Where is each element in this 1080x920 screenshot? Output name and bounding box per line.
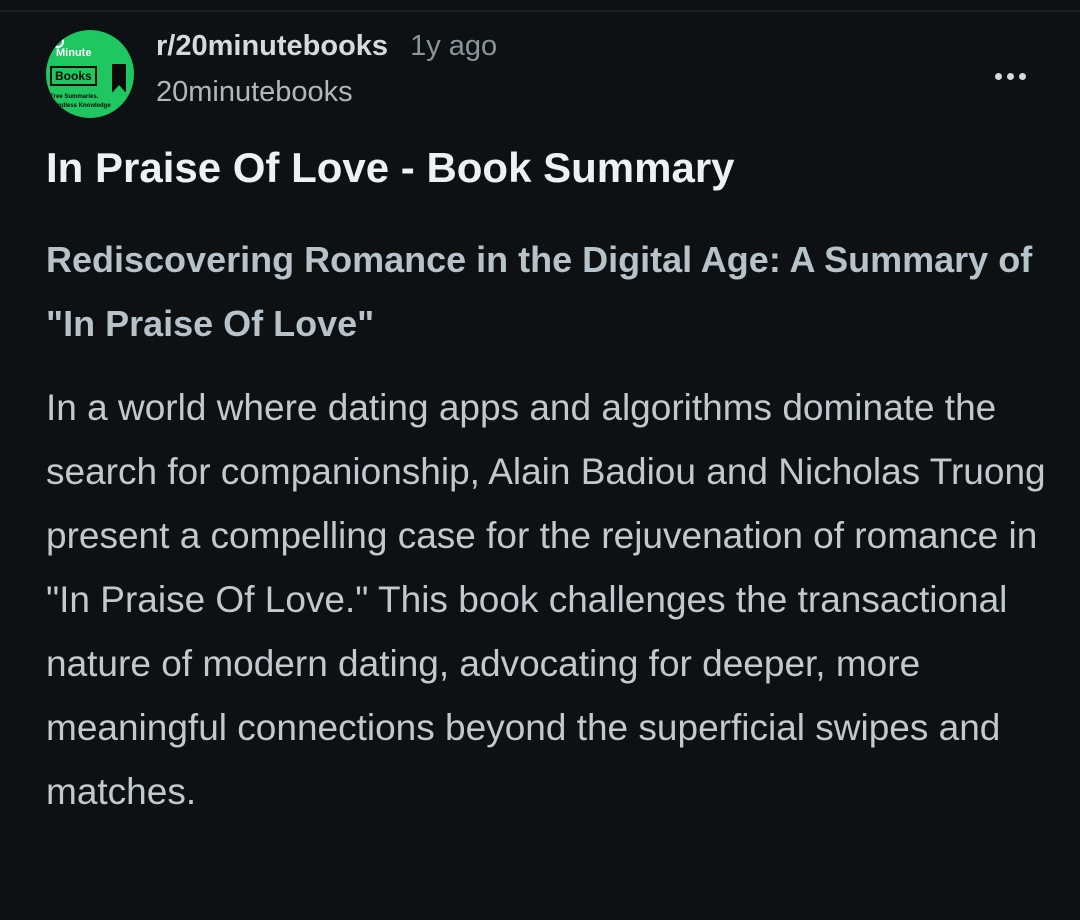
post-age: 1y ago xyxy=(410,30,498,62)
post-meta-row: r/20minutebooks 1y ago xyxy=(156,30,497,70)
post-meta: r/20minutebooks 1y ago 20minutebooks xyxy=(156,30,497,109)
post-body-text: In a world where dating apps and algorit… xyxy=(46,387,1046,812)
bookmark-icon xyxy=(112,64,126,93)
post-title[interactable]: In Praise Of Love - Book Summary xyxy=(46,140,1036,196)
post-card: Minute Books Free Summaries. Endless Kno… xyxy=(0,0,1080,920)
subreddit-link[interactable]: r/20minutebooks xyxy=(156,30,388,63)
more-options-button[interactable] xyxy=(982,58,1038,94)
avatar-logo-line2: Books xyxy=(50,66,97,86)
post-body-heading: Rediscovering Romance in the Digital Age… xyxy=(46,239,1033,344)
author-link[interactable]: 20minutebooks xyxy=(156,76,497,109)
subreddit-avatar[interactable]: Minute Books Free Summaries. Endless Kno… xyxy=(46,30,134,118)
avatar-logo-line4: Endless Knowledge xyxy=(54,103,111,109)
avatar-logo-line1: Minute xyxy=(56,47,92,59)
avatar-logo-line3: Free Summaries. xyxy=(50,94,99,100)
more-options-icon xyxy=(994,72,1026,80)
